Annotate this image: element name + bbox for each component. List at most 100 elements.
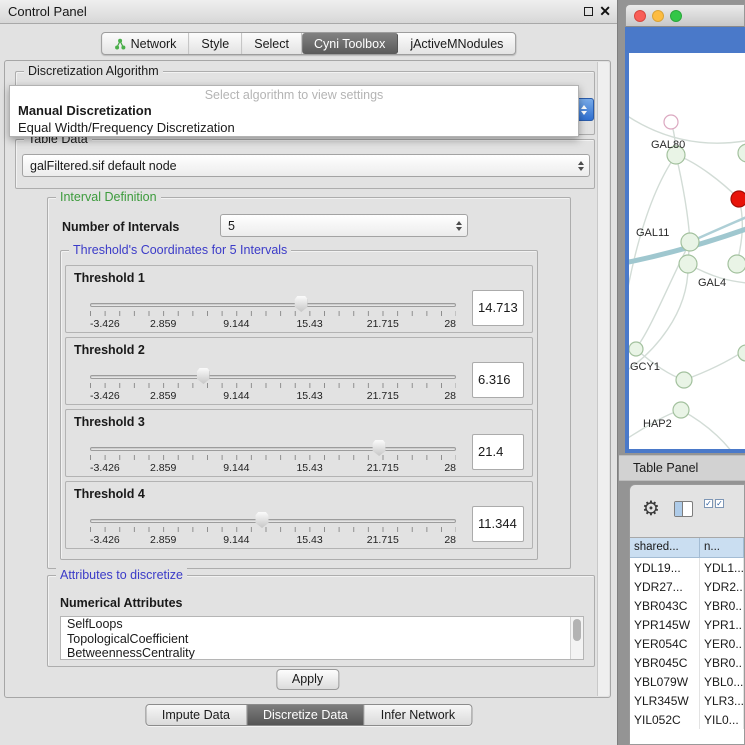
table-row[interactable]: YPR145W YPR1...: [630, 615, 744, 634]
threshold-1-value-input[interactable]: 14.713: [472, 290, 524, 326]
table-row[interactable]: YBR045C YBR0...: [630, 653, 744, 672]
network-canvas[interactable]: GAL80 GAL11 GAL4 GCY1 HAP2: [629, 53, 745, 449]
number-of-intervals-combobox[interactable]: 5: [220, 214, 468, 237]
network-view-window: GAL80 GAL11 GAL4 GCY1 HAP2: [625, 4, 745, 453]
table-data-group: Table Data galFiltered.sif default node: [15, 139, 595, 189]
dropdown-option-equal-width-frequency[interactable]: Equal Width/Frequency Discretization: [10, 120, 578, 137]
network-icon: [114, 38, 126, 50]
columns-icon[interactable]: [674, 501, 693, 517]
threshold-4-slider[interactable]: -3.426 2.859 9.144 15.43 21.715 28: [90, 512, 456, 548]
list-item[interactable]: BetweennessCentrality: [61, 646, 583, 660]
tab-discretize-data[interactable]: Discretize Data: [247, 705, 365, 725]
table-row[interactable]: YDL19... YDL1...: [630, 558, 744, 577]
threshold-1-box: Threshold 1 -3.426 2.859 9.144 15.43 21.…: [65, 265, 533, 333]
slider-thumb[interactable]: [373, 440, 386, 456]
list-scrollbar[interactable]: [570, 617, 583, 659]
network-edges: [629, 113, 745, 449]
network-window-titlebar: [625, 4, 745, 27]
tab-impute-data[interactable]: Impute Data: [146, 705, 247, 725]
table-cell[interactable]: YLR3...: [700, 691, 744, 710]
table-row[interactable]: YLR345W YLR3...: [630, 691, 744, 710]
window-title: Control Panel: [8, 4, 87, 19]
table-cell[interactable]: YBL0...: [700, 672, 744, 691]
tab-jactivemnodules[interactable]: jActiveMNodules: [398, 33, 515, 54]
table-cell[interactable]: YPR145W: [630, 615, 700, 634]
table-cell[interactable]: YPR1...: [700, 615, 744, 634]
control-panel-titlebar: Control Panel ✕: [0, 0, 617, 24]
threshold-4-value-input[interactable]: 11.344: [472, 506, 524, 542]
table-row[interactable]: YDR27... YDR2...: [630, 577, 744, 596]
table-panel-toolbar: ⚙ ✓ ✓: [630, 485, 744, 537]
network-node-gcy1[interactable]: [629, 342, 643, 356]
network-node[interactable]: [738, 345, 745, 361]
list-item[interactable]: SelfLoops: [61, 617, 583, 632]
slider-thumb[interactable]: [256, 512, 269, 528]
close-window-icon[interactable]: [634, 10, 646, 22]
select-columns-icon[interactable]: ✓ ✓: [704, 499, 724, 508]
dropdown-prompt: Select algorithm to view settings: [10, 86, 578, 103]
apply-button[interactable]: Apply: [276, 669, 339, 690]
tab-style[interactable]: Style: [189, 33, 242, 54]
table-row[interactable]: YBR043C YBR0...: [630, 596, 744, 615]
table-panel-window: ⚙ ✓ ✓ shared... n... YDL19... YDL1... YD…: [629, 484, 745, 745]
close-icon[interactable]: ✕: [599, 3, 611, 20]
network-node-hap2[interactable]: [673, 402, 689, 418]
threshold-3-value-input[interactable]: 21.4: [472, 434, 524, 470]
minimize-window-icon[interactable]: [652, 10, 664, 22]
network-node[interactable]: [728, 255, 745, 273]
tab-infer-network[interactable]: Infer Network: [365, 705, 471, 725]
table-row[interactable]: YER054C YER0...: [630, 634, 744, 653]
table-cell[interactable]: YLR345W: [630, 691, 700, 710]
threshold-1-slider[interactable]: -3.426 2.859 9.144 15.43 21.715 28: [90, 296, 456, 332]
table-cell[interactable]: YBR0...: [700, 596, 744, 615]
table-cell[interactable]: YBR045C: [630, 653, 700, 672]
table-cell[interactable]: YIL052C: [630, 710, 700, 729]
column-header-name[interactable]: n...: [700, 538, 744, 558]
network-node[interactable]: [676, 372, 692, 388]
zoom-window-icon[interactable]: [670, 10, 682, 22]
table-cell[interactable]: YER054C: [630, 634, 700, 653]
tab-cyni-toolbox[interactable]: Cyni Toolbox: [302, 33, 398, 54]
threshold-4-box: Threshold 4 -3.426 2.859 9.144 15.43 21.…: [65, 481, 533, 549]
tab-network[interactable]: Network: [102, 33, 190, 54]
dropdown-option-manual-discretization[interactable]: Manual Discretization: [10, 103, 578, 120]
table-cell[interactable]: YBR043C: [630, 596, 700, 615]
table-cell[interactable]: YER0...: [700, 634, 744, 653]
threshold-2-value-input[interactable]: 6.316: [472, 362, 524, 398]
table-cell[interactable]: YDL19...: [630, 558, 700, 577]
group-title: Attributes to discretize: [56, 568, 187, 583]
network-node-gal4[interactable]: [679, 255, 697, 273]
list-item[interactable]: TopologicalCoefficient: [61, 632, 583, 647]
slider-thumb[interactable]: [197, 368, 210, 384]
table-cell[interactable]: YBL079W: [630, 672, 700, 691]
threshold-2-slider[interactable]: -3.426 2.859 9.144 15.43 21.715 28: [90, 368, 456, 404]
control-panel-window: Control Panel ✕ Network Style Select Cyn…: [0, 0, 618, 745]
table-row[interactable]: YIL052C YIL0...: [630, 710, 744, 729]
scrollbar-thumb[interactable]: [573, 619, 581, 641]
table-row[interactable]: YBL079W YBL0...: [630, 672, 744, 691]
table-cell[interactable]: YDR2...: [700, 577, 744, 596]
table-cell[interactable]: YDR27...: [630, 577, 700, 596]
combo-arrows-icon: [578, 161, 584, 171]
numerical-attributes-list[interactable]: SelfLoops TopologicalCoefficient Between…: [60, 616, 584, 660]
network-node[interactable]: [738, 144, 745, 162]
number-of-intervals-label: Number of Intervals: [62, 220, 179, 234]
table-cell[interactable]: YIL0...: [700, 710, 744, 729]
table-cell[interactable]: YBR0...: [700, 653, 744, 672]
network-node-gal11[interactable]: [681, 233, 699, 251]
column-header-shared-name[interactable]: shared...: [630, 538, 700, 558]
gear-icon[interactable]: ⚙: [642, 495, 660, 523]
network-node-selected[interactable]: [731, 191, 745, 207]
slider-thumb[interactable]: [295, 296, 308, 312]
tab-select[interactable]: Select: [242, 33, 302, 54]
svg-text:GCY1: GCY1: [630, 361, 660, 373]
table-cell[interactable]: YDL1...: [700, 558, 744, 577]
vertical-scrollbar[interactable]: [597, 62, 609, 696]
float-window-icon[interactable]: [584, 7, 593, 16]
threshold-2-box: Threshold 2 -3.426 2.859 9.144 15.43 21.…: [65, 337, 533, 405]
svg-text:GAL80: GAL80: [651, 139, 685, 151]
tab-label: Network: [131, 37, 177, 51]
table-data-combobox[interactable]: galFiltered.sif default node: [22, 154, 590, 177]
threshold-3-slider[interactable]: -3.426 2.859 9.144 15.43 21.715 28: [90, 440, 456, 476]
network-node[interactable]: [664, 115, 678, 129]
